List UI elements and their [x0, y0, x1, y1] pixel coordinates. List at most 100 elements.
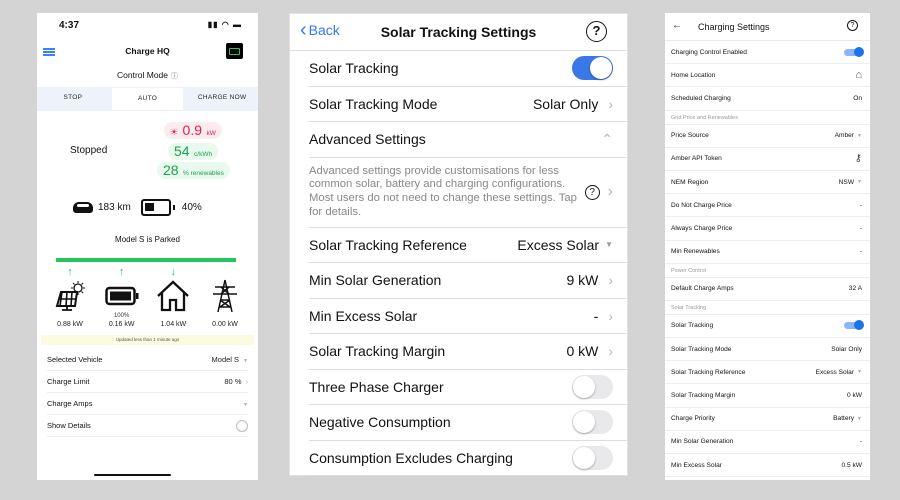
min-solar-generation-row[interactable]: Min Solar Generation 9 kW › — [309, 263, 627, 299]
control-mode-label: Control Mode ⓘ — [37, 70, 258, 81]
page-title: Solar Tracking Settings — [380, 24, 537, 40]
do-not-charge-price-row[interactable]: Do Not Charge Price - — [665, 194, 870, 218]
help-icon[interactable]: ? — [586, 21, 607, 42]
caret-down-icon: ▼ — [243, 402, 248, 408]
three-phase-charger-toggle[interactable] — [572, 374, 613, 399]
always-charge-price-row[interactable]: Always Charge Price - — [665, 217, 870, 241]
solar-tracking-mode-row[interactable]: Solar Tracking Mode Solar Only — [665, 338, 870, 362]
row-label: Charging Control Enabled — [671, 48, 747, 56]
row-value: - — [859, 201, 862, 209]
control-mode-selector: STOP AUTO CHARGE NOW — [37, 87, 258, 111]
caret-down-icon: ▼ — [857, 179, 862, 186]
help-icon[interactable]: ? — [847, 20, 858, 31]
control-mode-text: Control Mode — [116, 70, 169, 80]
row-label: Min Solar Generation — [309, 272, 442, 289]
solar-power-value: 0.9 — [182, 122, 202, 138]
advanced-settings-row[interactable]: Advanced Settings ⌃ — [309, 122, 627, 158]
charging-control-enabled-row[interactable]: Charging Control Enabled — [665, 41, 870, 65]
row-accessory: - — [860, 202, 862, 209]
chevron-right-icon: › — [607, 183, 613, 200]
vehicle-status: Model S is Parked — [115, 235, 180, 244]
caret-down-icon: ▼ — [605, 240, 613, 250]
min-excess-solar-row[interactable]: Min Excess Solar - › — [309, 299, 627, 334]
row-accessory: - — [860, 438, 862, 445]
min-excess-solar-row[interactable]: Min Excess Solar 0.5 kW — [665, 454, 870, 478]
help-icon[interactable]: ⓘ — [171, 73, 178, 80]
consumption-excludes-charging-toggle[interactable] — [572, 445, 613, 470]
advanced-settings-description[interactable]: Advanced settings provide customisations… — [309, 158, 627, 228]
flow-node-grid: 0.00 kW — [200, 265, 250, 337]
solar-tracking-reference-row[interactable]: Solar Tracking Reference Excess Solar ▼ — [309, 228, 627, 263]
back-arrow-icon[interactable]: ← — [672, 20, 682, 31]
solar-tracking-mode-row[interactable]: Solar Tracking Mode Solar Only › — [309, 87, 627, 122]
min-renewables-row[interactable]: Min Renewables - — [665, 241, 870, 264]
home-icon[interactable]: ⌂ — [855, 69, 862, 81]
price-unit: c/kWh — [194, 151, 213, 158]
row-label: Solar Tracking Mode — [309, 95, 438, 112]
three-phase-charger-row[interactable]: Three Phase Charger — [309, 370, 627, 405]
charger-status-icon[interactable] — [226, 43, 243, 59]
negative-consumption-toggle[interactable] — [572, 410, 613, 435]
solar-tracking-reference-row[interactable]: Solar Tracking Reference Excess Solar ▼ — [665, 361, 870, 385]
amber-api-token-row[interactable]: Amber API Token ⚷ — [665, 148, 870, 171]
key-icon[interactable]: ⚷ — [855, 153, 862, 164]
show-details-radio[interactable] — [236, 419, 248, 432]
price-source-row[interactable]: Price Source Amber ▼ — [665, 125, 870, 148]
chevron-right-icon: › — [608, 307, 613, 324]
show-details-row[interactable]: Show Details — [47, 415, 248, 437]
row-label: Solar Tracking Reference — [309, 236, 467, 253]
row-accessory: NSW ▼ — [839, 179, 862, 186]
chevron-right-icon: › — [608, 95, 613, 112]
row-label: Charge Limit — [47, 377, 90, 386]
row-label: Amber API Token — [671, 155, 722, 163]
mode-stop-button[interactable]: STOP — [37, 87, 109, 111]
vehicle-battery-percent: 40% — [181, 202, 202, 213]
row-value: 9 kW — [566, 272, 599, 289]
charging-settings-screen: ← Charging Settings ? Charging Control E… — [665, 13, 870, 480]
row-label: Show Details — [47, 421, 91, 430]
charge-amps-row[interactable]: Charge Amps ▼ — [47, 393, 248, 415]
row-value: Model S — [211, 355, 240, 364]
mode-auto-button[interactable]: AUTO — [111, 88, 184, 110]
app-title: Charge HQ — [125, 46, 170, 56]
charge-limit-row[interactable]: Charge Limit 80 % › — [47, 371, 248, 393]
home-location-row[interactable]: Home Location ⌂ — [665, 64, 870, 88]
chevron-right-icon: › — [608, 272, 613, 289]
row-label: Min Renewables — [671, 248, 720, 256]
solar-tracking-toggle[interactable] — [844, 320, 864, 331]
solar-tracking-toggle[interactable] — [572, 56, 613, 81]
row-value: Amber — [834, 132, 855, 140]
row-label: Consumption Excludes Charging — [309, 449, 513, 466]
selected-vehicle-row[interactable]: Selected Vehicle Model S ▼ — [47, 349, 248, 371]
row-label: Price Source — [671, 132, 709, 140]
charging-control-enabled-toggle[interactable] — [844, 46, 864, 57]
consumption-excludes-charging-row[interactable]: Consumption Excludes Charging — [309, 441, 627, 476]
charge-priority-row[interactable]: Charge Priority Battery ▼ — [665, 408, 870, 431]
mode-charge-now-button[interactable]: CHARGE NOW — [186, 87, 258, 111]
row-value: Battery — [833, 415, 855, 423]
renewables-value: 28 — [163, 162, 179, 178]
solar-tracking-margin-row[interactable]: Solar Tracking Margin 0 kW › — [309, 334, 627, 370]
price-badge: 54 c/kWh — [168, 143, 219, 160]
default-charge-amps-row[interactable]: Default Charge Amps 32 A — [665, 278, 870, 301]
help-icon: ? — [584, 184, 600, 200]
app-bar: Charge HQ — [37, 41, 258, 63]
row-label: Charge Priority — [671, 415, 715, 423]
solar-tracking-settings-screen: ‹ Back Solar Tracking Settings ? Solar T… — [289, 13, 628, 476]
negative-consumption-row[interactable]: Negative Consumption — [309, 405, 627, 441]
scheduled-charging-row[interactable]: Scheduled Charging On — [665, 87, 870, 111]
vehicle-summary: 183 km 40% — [73, 199, 202, 216]
caret-down-icon: ▼ — [857, 415, 862, 422]
section-header-power-control: Power Control — [665, 264, 870, 278]
solar-tracking-row[interactable]: Solar Tracking — [309, 51, 627, 87]
settings-list: Solar Tracking Solar Tracking Mode Solar… — [309, 51, 627, 476]
row-value: On — [853, 94, 862, 102]
row-label: Min Excess Solar — [671, 461, 722, 469]
nem-region-row[interactable]: NEM Region NSW ▼ — [665, 171, 870, 195]
row-value: Solar Only — [532, 95, 599, 112]
min-solar-generation-row[interactable]: Min Solar Generation - — [665, 431, 870, 454]
row-label: Charge Amps — [47, 399, 93, 408]
solar-tracking-row[interactable]: Solar Tracking — [665, 315, 870, 339]
flow-kw: 0.16 kW — [108, 321, 135, 328]
solar-tracking-margin-row[interactable]: Solar Tracking Margin 0 kW — [665, 384, 870, 408]
